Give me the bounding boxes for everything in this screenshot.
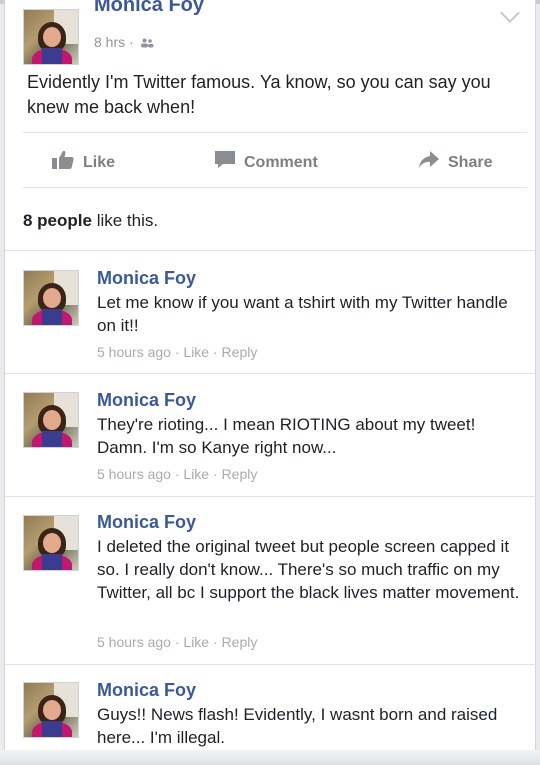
comment-like-link[interactable]: Like [183,466,209,482]
post-options-chevron-icon[interactable] [500,3,520,23]
comment-reply-link[interactable]: Reply [222,634,258,650]
likes-count[interactable]: 8 people [23,211,92,230]
comment-meta: 5 hours ago · Like · Reply [97,466,258,482]
comment-meta: 5 hours ago · Like · Reply [97,634,258,650]
friends-audience-icon[interactable] [140,38,154,48]
share-arrow-icon [419,151,439,168]
comment-author-name[interactable]: Monica Foy [97,512,196,533]
comment-text: Let me know if you want a tshirt with my… [97,293,508,335]
comment-time[interactable]: 5 hours ago [97,344,171,360]
post-card: Monica Foy 8 hrs · Evidently I'm Twitter… [4,0,537,765]
likes-summary[interactable]: 8 people like this. [23,211,158,231]
like-button[interactable]: Like [51,150,115,172]
actions-divider [23,132,527,133]
comment-text: They're rioting... I mean RIOTING about … [97,415,476,457]
comment-time[interactable]: 5 hours ago [97,466,171,482]
comment-label: Comment [244,154,318,171]
post-body-text: Evidently I'm Twitter famous. Ya know, s… [27,72,491,117]
comment-reply-link[interactable]: Reply [222,344,258,360]
comment-text: Guys!! News flash! Evidently, I wasnt bo… [97,705,498,747]
comment-avatar[interactable] [23,270,79,326]
comment-time[interactable]: 5 hours ago [97,634,171,650]
comment-author-name[interactable]: Monica Foy [97,268,196,289]
likes-suffix: like this. [91,211,159,230]
comment-author-name[interactable]: Monica Foy [97,390,196,411]
comment-divider [5,373,537,374]
post-time[interactable]: 8 hrs [94,34,125,50]
comment-divider [5,664,537,665]
share-button[interactable]: Share [418,150,492,172]
post-author-avatar[interactable] [23,9,79,65]
comment-like-link[interactable]: Like [183,344,209,360]
comment-author-name[interactable]: Monica Foy [97,680,196,701]
comment-reply-link[interactable]: Reply [222,466,258,482]
comment-meta: 5 hours ago · Like · Reply [97,344,258,360]
comment-button[interactable]: Comment [214,150,318,172]
comment-avatar[interactable] [23,515,79,571]
comment-text: I deleted the original tweet but people … [97,537,520,602]
comment-avatar[interactable] [23,682,79,738]
comment-like-link[interactable]: Like [183,634,209,650]
like-label: Like [83,154,116,171]
comment-bubble-icon [215,151,235,168]
comment-divider [5,496,537,497]
post-author-name[interactable]: Monica Foy [94,0,204,17]
post-timestamp[interactable]: 8 hrs · [94,34,154,50]
comment-avatar[interactable] [23,392,79,448]
likes-divider [23,187,527,188]
share-label: Share [448,154,493,171]
post-meta-separator: · [129,34,134,50]
bottom-edge [0,750,540,765]
thumbs-up-icon [52,150,74,169]
comments-divider [5,250,537,251]
